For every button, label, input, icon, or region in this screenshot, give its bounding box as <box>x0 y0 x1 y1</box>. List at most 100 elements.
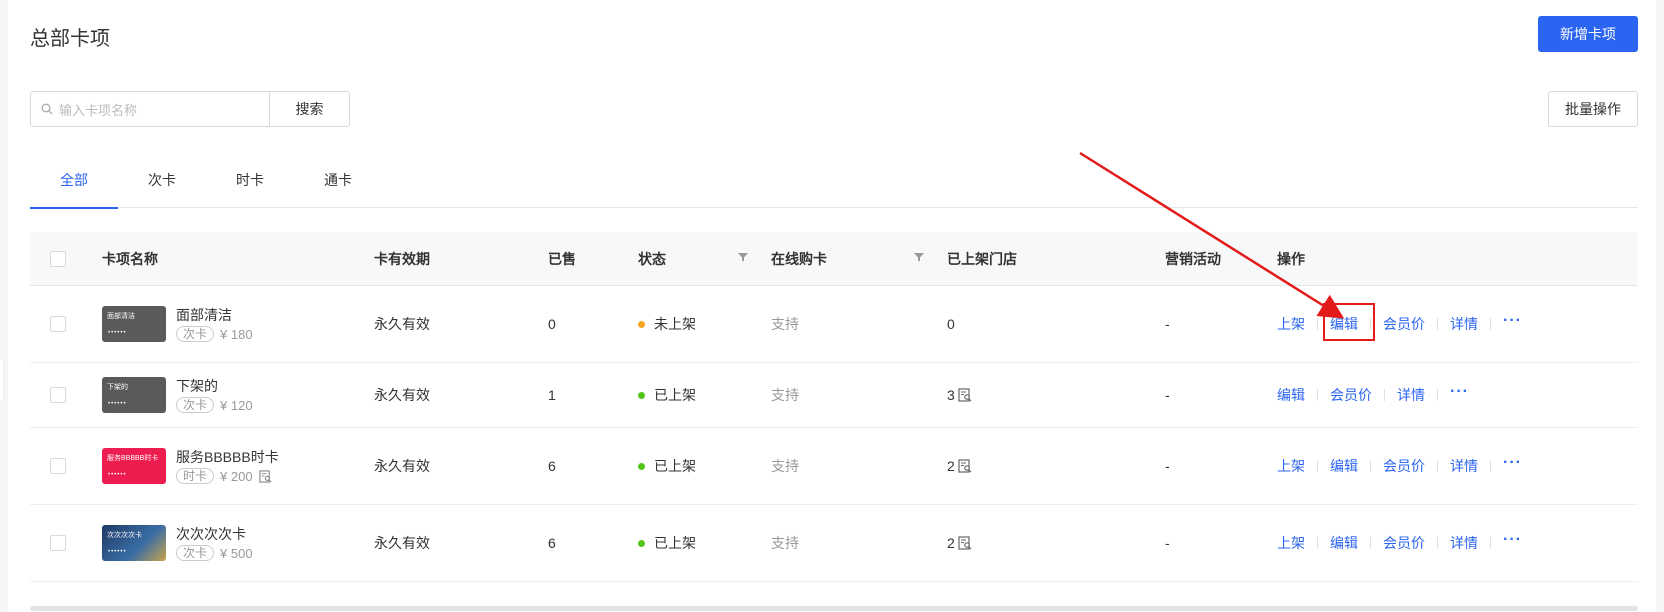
status-text: 未上架 <box>654 316 696 332</box>
op-divider <box>1437 318 1438 330</box>
more-icon[interactable]: ··· <box>1450 383 1469 401</box>
row-checkbox-cell <box>50 363 66 427</box>
thumbnail-label: 服务BBBBB时卡 <box>107 455 159 462</box>
row-checkbox[interactable] <box>50 458 66 474</box>
status-filter-icon[interactable] <box>738 252 748 262</box>
edit-link[interactable]: 编辑 <box>1277 385 1305 405</box>
online-cell: 支持 <box>771 316 799 332</box>
edit-link[interactable]: 编辑 <box>1330 533 1358 553</box>
status-cell: 已上架 <box>638 363 696 427</box>
table-header: 卡项名称 卡有效期 已售 状态 在线购卡 已上架门店 营销活动 操作 <box>30 232 1638 286</box>
marketing-cell: - <box>1165 316 1170 332</box>
online-filter-icon[interactable] <box>914 252 924 262</box>
details-link[interactable]: 详情 <box>1450 456 1478 476</box>
store-list-icon[interactable] <box>258 469 272 483</box>
more-icon[interactable]: ··· <box>1503 454 1522 472</box>
online-cell: 支持 <box>771 387 799 403</box>
batch-operation-button[interactable]: 批量操作 <box>1548 91 1638 127</box>
stores-count: 2 <box>947 535 955 551</box>
col-card-name: 卡项名称 <box>102 250 158 267</box>
card-price: ¥ 500 <box>220 545 253 561</box>
status-cell: 已上架 <box>638 505 696 581</box>
online-cell: 支持 <box>771 458 799 474</box>
member-price-link[interactable]: 会员价 <box>1383 533 1425 553</box>
status-text: 已上架 <box>654 387 696 403</box>
edit-link[interactable]: 编辑 <box>1330 456 1358 476</box>
member-price-link[interactable]: 会员价 <box>1383 456 1425 476</box>
op-divider <box>1490 460 1491 472</box>
table-row: 次次次次卡 •••••• 次次次次卡 次卡 ¥ 500 永久有效 6 已上架 支… <box>30 505 1638 582</box>
card-name: 次次次次卡 <box>176 526 246 542</box>
details-link[interactable]: 详情 <box>1450 314 1478 334</box>
list-on-shelf-link[interactable]: 上架 <box>1277 456 1305 476</box>
status-dot <box>638 539 645 547</box>
card-type-tag: 次卡 <box>176 326 215 342</box>
card-thumbnail: 服务BBBBB时卡 •••••• <box>102 448 166 484</box>
thumbnail-label: 面部清洁 <box>107 313 135 320</box>
status-dot <box>638 462 645 470</box>
card-info: 面部清洁 次卡 ¥ 180 <box>176 306 253 342</box>
stores-cell: 0 <box>947 316 955 332</box>
details-link[interactable]: 详情 <box>1450 533 1478 553</box>
status-dot <box>638 320 645 328</box>
operations-cell: 上架 编辑 会员价 详情 ··· <box>1277 505 1522 581</box>
member-price-link[interactable]: 会员价 <box>1330 385 1372 405</box>
thumbnail-dots: •••••• <box>108 401 127 407</box>
sold-cell: 1 <box>548 387 556 403</box>
op-divider <box>1384 389 1385 401</box>
select-all-checkbox[interactable] <box>50 250 66 267</box>
tab-count-card[interactable]: 次卡 <box>118 160 206 208</box>
row-checkbox-cell <box>50 286 66 362</box>
member-price-link[interactable]: 会员价 <box>1383 314 1425 334</box>
search-input[interactable]: 输入卡项名称 <box>30 91 270 127</box>
card-name: 下架的 <box>176 378 218 394</box>
stores-cell: 2 <box>947 428 972 504</box>
tab-all[interactable]: 全部 <box>30 160 118 209</box>
store-list-icon[interactable] <box>958 536 972 550</box>
search-icon <box>41 103 53 115</box>
store-list-icon[interactable] <box>958 388 972 402</box>
row-checkbox[interactable] <box>50 535 66 551</box>
op-divider <box>1370 537 1371 549</box>
table-row: 服务BBBBB时卡 •••••• 服务BBBBB时卡 时卡 ¥ 200 永久有效… <box>30 428 1638 505</box>
card-meta: 次卡 ¥ 500 <box>176 545 253 561</box>
horizontal-scrollbar[interactable] <box>30 606 1638 611</box>
card-meta: 次卡 ¥ 180 <box>176 326 253 342</box>
left-edge <box>0 360 4 400</box>
op-divider <box>1317 537 1318 549</box>
store-list-icon[interactable] <box>958 459 972 473</box>
card-name-cell: 服务BBBBB时卡 •••••• 服务BBBBB时卡 时卡 ¥ 200 <box>102 428 279 504</box>
details-link[interactable]: 详情 <box>1397 385 1425 405</box>
card-table: 卡项名称 卡有效期 已售 状态 在线购卡 已上架门店 营销活动 操作 面部清洁 … <box>30 232 1638 582</box>
row-checkbox[interactable] <box>50 316 66 332</box>
op-divider <box>1437 389 1438 401</box>
search-button[interactable]: 搜索 <box>270 91 350 127</box>
col-validity: 卡有效期 <box>374 250 430 267</box>
thumbnail-dots: •••••• <box>108 472 127 478</box>
card-type-tag: 时卡 <box>176 468 215 484</box>
tab-general-card[interactable]: 通卡 <box>294 160 382 208</box>
status-cell: 未上架 <box>638 286 696 362</box>
row-checkbox[interactable] <box>50 387 66 403</box>
col-marketing: 营销活动 <box>1165 250 1221 267</box>
op-divider <box>1437 460 1438 472</box>
more-icon[interactable]: ··· <box>1503 531 1522 549</box>
list-on-shelf-link[interactable]: 上架 <box>1277 314 1305 334</box>
marketing-cell: - <box>1165 458 1170 474</box>
card-name: 面部清洁 <box>176 307 232 323</box>
more-icon[interactable]: ··· <box>1503 312 1522 330</box>
card-type-tag: 次卡 <box>176 545 215 561</box>
online-cell: 支持 <box>771 535 799 551</box>
op-divider <box>1317 389 1318 401</box>
operations-cell: 上架 编辑 会员价 详情 ··· <box>1277 286 1522 362</box>
thumbnail-label: 下架的 <box>107 384 128 391</box>
card-price: ¥ 120 <box>220 397 253 413</box>
op-divider <box>1317 318 1318 330</box>
tab-time-card[interactable]: 时卡 <box>206 160 294 208</box>
card-name-cell: 次次次次卡 •••••• 次次次次卡 次卡 ¥ 500 <box>102 505 253 581</box>
list-on-shelf-link[interactable]: 上架 <box>1277 533 1305 553</box>
card-price: ¥ 200 <box>220 468 253 484</box>
add-card-button[interactable]: 新增卡项 <box>1538 16 1638 52</box>
col-sold: 已售 <box>548 250 576 267</box>
op-divider <box>1317 460 1318 472</box>
